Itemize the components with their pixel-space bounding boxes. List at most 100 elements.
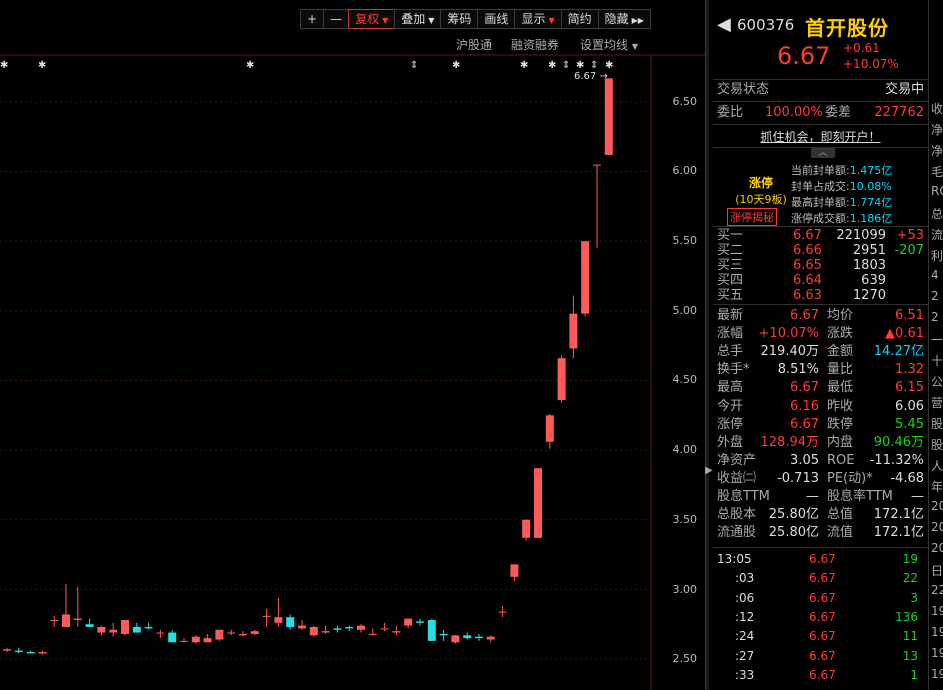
event-star-icon[interactable]: ⇕	[562, 60, 570, 71]
event-star-icon[interactable]: ⇕	[410, 60, 418, 71]
candle[interactable]	[298, 620, 306, 630]
order-book-row[interactable]: 买二 6.66 2951 -207	[713, 243, 928, 258]
candle[interactable]	[191, 635, 200, 644]
candle[interactable]	[392, 625, 401, 636]
overlay-dropdown[interactable]: 叠加 ▼	[394, 9, 442, 29]
candle[interactable]	[73, 586, 82, 627]
candle[interactable]	[121, 620, 129, 636]
event-star-icon[interactable]: ⇕	[590, 60, 598, 71]
candle[interactable]	[62, 583, 70, 627]
candle[interactable]	[545, 413, 554, 449]
ma-settings-dropdown[interactable]: 设置均线 ▼	[580, 36, 638, 53]
candle[interactable]	[262, 608, 271, 627]
candle[interactable]	[486, 635, 495, 643]
collapse-handle-icon[interactable]: ▶	[705, 465, 713, 495]
candle[interactable]	[203, 633, 212, 643]
tick-row[interactable]: :33 6.67 1	[713, 666, 928, 685]
candle[interactable]	[463, 632, 472, 640]
candle[interactable]	[109, 622, 118, 637]
display-dropdown[interactable]: 显示 ▼	[514, 9, 562, 29]
candle[interactable]	[451, 635, 460, 644]
candle[interactable]	[569, 295, 578, 359]
edge-label: 利	[931, 249, 943, 263]
tick-row[interactable]: :12 6.67 136	[713, 608, 928, 627]
margin-trading-link[interactable]: 融资融券	[511, 36, 559, 53]
back-arrow-icon[interactable]: ◀	[717, 14, 731, 35]
order-book-row[interactable]: 买五 6.63 1270	[713, 288, 928, 303]
zoom-out-button[interactable]: —	[323, 9, 350, 29]
tick-row[interactable]: :06 6.67 3	[713, 589, 928, 608]
candle[interactable]	[3, 647, 11, 653]
candle[interactable]	[14, 647, 23, 654]
chevron-up-icon[interactable]: ︿	[811, 148, 835, 158]
candle[interactable]	[144, 622, 153, 630]
order-book-row[interactable]: 买三 6.65 1803	[713, 258, 928, 273]
fuquan-dropdown[interactable]: 复权 ▼	[348, 9, 396, 29]
panel-divider[interactable]	[705, 0, 709, 690]
simple-mode-button[interactable]: 简约	[560, 9, 599, 29]
candle[interactable]	[309, 625, 318, 637]
candle[interactable]	[522, 519, 531, 541]
candle[interactable]	[368, 628, 377, 636]
order-book-row[interactable]: 买四 6.64 639	[713, 273, 928, 288]
candle[interactable]	[498, 606, 507, 618]
kline-chart-panel[interactable]: ✱ ✱ ✱ ⇕ ✱ ✱ ✱ ⇕ ✱ ⇕ ✱ + — 复权 ▼ 叠加 ▼ 筹码 画线 显示 ▼ 简约 隐藏 ▶…	[0, 0, 705, 690]
tick-row[interactable]: :27 6.67 13	[713, 647, 928, 666]
candle[interactable]	[250, 629, 259, 636]
event-star-icon[interactable]: ✱	[452, 60, 460, 71]
tick-row[interactable]: 13:05 6.67 19	[713, 550, 928, 569]
candle[interactable]	[345, 625, 354, 632]
open-account-link[interactable]: 抓住机会，即刻开户！	[713, 128, 928, 145]
tick-row[interactable]: :24 6.67 11	[713, 627, 928, 646]
hide-button[interactable]: 隐藏 ▶▶	[597, 9, 651, 29]
candle[interactable]	[38, 650, 47, 655]
candle[interactable]	[321, 625, 330, 634]
event-star-icon[interactable]: ✱	[38, 60, 46, 71]
zoom-in-button[interactable]: +	[300, 9, 325, 29]
event-star-icon[interactable]: ✱	[520, 60, 528, 71]
candle[interactable]	[132, 622, 141, 633]
candle[interactable]	[97, 625, 106, 636]
edge-label: 收	[931, 102, 943, 116]
candle[interactable]	[475, 633, 483, 641]
candle[interactable]	[427, 618, 436, 641]
tick-row[interactable]: :03 6.67 22	[713, 569, 928, 588]
candle[interactable]	[85, 618, 94, 627]
order-book-row[interactable]: 买一 6.67 221099 +53	[713, 228, 928, 243]
candle[interactable]	[534, 468, 542, 538]
candle[interactable]	[510, 564, 519, 582]
stat-label: 总股本	[717, 507, 757, 523]
candle[interactable]	[215, 629, 224, 641]
candle[interactable]	[557, 355, 566, 403]
candle[interactable]	[439, 629, 448, 641]
candle[interactable]	[380, 622, 389, 632]
candle[interactable]	[333, 625, 342, 633]
candle[interactable]	[50, 615, 59, 627]
tick-volume: 136	[895, 609, 918, 624]
event-star-icon[interactable]: ✱	[605, 60, 613, 71]
candle[interactable]	[286, 614, 295, 630]
kline-chart[interactable]: ✱ ✱ ✱ ⇕ ✱ ✱ ✱ ⇕ ✱ ⇕ ✱	[0, 0, 705, 690]
candle[interactable]	[26, 650, 35, 654]
candle[interactable]	[227, 629, 236, 636]
event-star-icon[interactable]: ✱	[576, 60, 584, 71]
candle[interactable]	[156, 629, 165, 639]
candle[interactable]	[404, 618, 413, 629]
candle[interactable]	[604, 78, 613, 155]
draw-line-button[interactable]: 画线	[477, 9, 516, 29]
event-star-icon[interactable]: ✱	[0, 60, 8, 71]
candle[interactable]	[581, 241, 590, 317]
hgt-link[interactable]: 沪股通	[456, 36, 492, 53]
candle[interactable]	[593, 164, 601, 249]
edge-label: 总	[931, 207, 943, 221]
candle[interactable]	[168, 629, 177, 643]
candle[interactable]	[180, 638, 188, 643]
candle[interactable]	[239, 631, 247, 637]
event-star-icon[interactable]: ✱	[246, 60, 254, 71]
limit-up-reveal-button[interactable]: 涨停揭秘	[727, 208, 777, 226]
candle[interactable]	[357, 624, 365, 633]
candle[interactable]	[416, 618, 424, 626]
candle[interactable]	[274, 597, 283, 627]
event-star-icon[interactable]: ✱	[548, 60, 556, 71]
chips-button[interactable]: 筹码	[440, 9, 479, 29]
